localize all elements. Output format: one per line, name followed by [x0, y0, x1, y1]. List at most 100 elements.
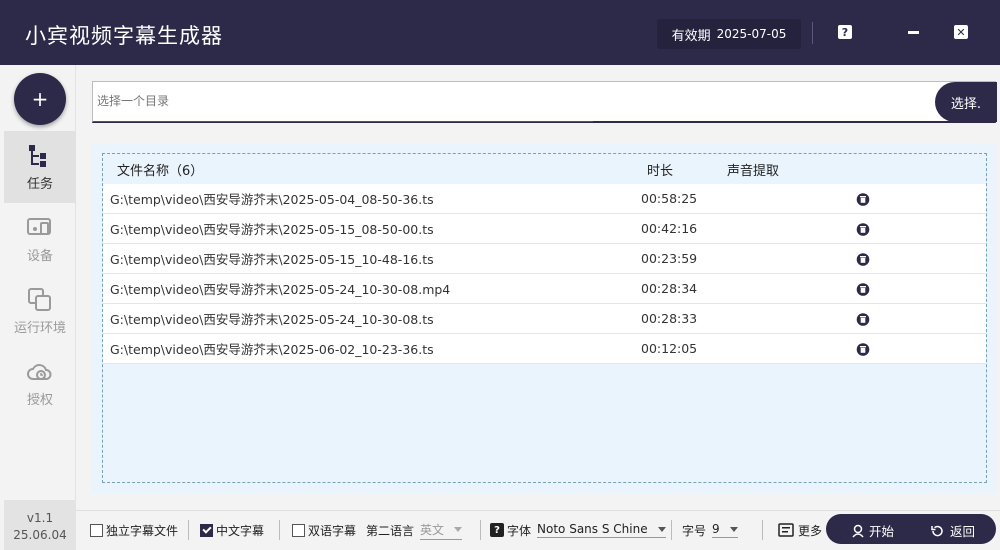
- file-duration: 00:58:25: [641, 191, 698, 206]
- sidebar-item-environment[interactable]: 运行环境: [4, 275, 76, 347]
- second-language-dropdown[interactable]: 英文: [420, 521, 463, 540]
- file-path: G:\temp\video\西安导游芥末\2025-05-15_08-50-00…: [110, 222, 434, 237]
- header-file-name: 文件名称（6）: [117, 163, 204, 179]
- table-row[interactable]: G:\temp\video\西安导游芥末\2025-05-24_10-30-08…: [103, 274, 986, 304]
- sidebar-item-license[interactable]: 授权: [4, 347, 76, 419]
- checkbox-label: 独立字幕文件: [106, 523, 179, 538]
- file-duration: 00:23:59: [641, 251, 698, 266]
- header-duration: 时长: [647, 163, 674, 179]
- toolbar-divider: [671, 520, 672, 540]
- checkbox-label: 双语字幕: [308, 523, 357, 538]
- second-language: 第二语言 英文: [366, 521, 463, 540]
- back-button[interactable]: 返回: [930, 521, 975, 540]
- table-row[interactable]: G:\temp\video\西安导游芥末\2025-05-15_10-48-16…: [103, 244, 986, 274]
- directory-row: 选择.: [92, 81, 997, 123]
- version-number: v1.1: [26, 511, 54, 525]
- font-size-value: 9: [712, 522, 720, 536]
- validity-badge: 有效期 2025-07-05: [657, 19, 801, 49]
- standalone-subtitle-checkbox[interactable]: 独立字幕文件: [90, 521, 178, 539]
- font-size-setting: 字号 9: [682, 521, 738, 539]
- file-list-header: 文件名称（6） 时长 声音提取: [103, 154, 986, 184]
- file-list: 文件名称（6） 时长 声音提取 G:\temp\video\西安导游芥末\202…: [102, 153, 987, 483]
- cloud-license-icon: [27, 363, 52, 380]
- trash-icon[interactable]: [856, 223, 870, 236]
- bottom-toolbar: 独立字幕文件 中文字幕 双语字幕 第二语言 英文 ? 字体 Noto Sans …: [76, 510, 1000, 550]
- sidebar-item-label: 运行环境: [13, 320, 66, 336]
- checkbox-box[interactable]: [90, 523, 103, 537]
- validity-date: 2025-07-05: [716, 27, 787, 41]
- trash-icon[interactable]: [856, 343, 870, 356]
- version-info: v1.1 25.06.04: [4, 500, 76, 550]
- sidebar-item-label: 设备: [26, 248, 53, 264]
- more-label: 更多: [798, 523, 823, 538]
- start-label: 开始: [869, 524, 895, 539]
- font-size-label: 字号: [682, 523, 707, 538]
- build-number: 25.06.04: [13, 528, 67, 542]
- environment-icon: [28, 287, 51, 311]
- device-icon: [27, 217, 51, 235]
- checkbox-box[interactable]: [200, 523, 213, 537]
- add-button[interactable]: +: [14, 73, 66, 125]
- close-button[interactable]: ✕: [954, 25, 968, 39]
- font-size-dropdown[interactable]: 9: [712, 522, 738, 538]
- file-duration: 00:28:33: [641, 311, 698, 326]
- file-duration: 00:12:05: [641, 341, 698, 356]
- file-duration: 00:42:16: [641, 221, 698, 236]
- file-duration: 00:28:34: [641, 281, 698, 296]
- sidebar-item-device[interactable]: 设备: [4, 203, 76, 275]
- trash-icon[interactable]: [856, 283, 870, 296]
- chevron-down-icon: [454, 526, 463, 532]
- font-setting: ? 字体 Noto Sans S Chine: [490, 521, 666, 539]
- bilingual-subtitle-checkbox[interactable]: 双语字幕: [292, 521, 356, 539]
- file-list-panel: 文件名称（6） 时长 声音提取 G:\temp\video\西安导游芥末\202…: [92, 143, 996, 493]
- more-settings-icon: [778, 523, 794, 537]
- help-button[interactable]: ?: [838, 25, 852, 39]
- file-path: G:\temp\video\西安导游芥末\2025-05-04_08-50-36…: [110, 192, 434, 207]
- title-bar: 小宾视频字幕生成器 有效期 2025-07-05 ? ✕: [0, 0, 1000, 65]
- select-directory-button[interactable]: 选择.: [935, 82, 997, 122]
- toolbar-divider: [188, 520, 189, 540]
- start-button[interactable]: 开始: [852, 521, 894, 540]
- action-pill: 开始 返回: [826, 514, 996, 544]
- minimize-button[interactable]: [905, 24, 921, 40]
- table-row[interactable]: G:\temp\video\西安导游芥末\2025-05-24_10-30-08…: [103, 304, 986, 334]
- trash-icon[interactable]: [856, 253, 870, 266]
- font-dropdown[interactable]: Noto Sans S Chine: [537, 522, 666, 538]
- chinese-subtitle-checkbox[interactable]: 中文字幕: [200, 521, 264, 539]
- sidebar-item-task[interactable]: 任务: [4, 131, 76, 203]
- trash-icon[interactable]: [856, 193, 870, 206]
- second-language-value: 英文: [420, 522, 445, 537]
- font-label: 字体: [507, 523, 532, 538]
- help-icon[interactable]: ?: [490, 523, 504, 537]
- file-path: G:\temp\video\西安导游芥末\2025-05-24_10-30-08…: [110, 282, 451, 297]
- sidebar-item-label: 任务: [26, 176, 53, 192]
- start-user-icon: [852, 524, 864, 538]
- header-audio: 声音提取: [727, 163, 780, 179]
- file-path: G:\temp\video\西安导游芥末\2025-05-15_10-48-16…: [110, 252, 434, 267]
- file-path: G:\temp\video\西安导游芥末\2025-05-24_10-30-08…: [110, 312, 434, 327]
- font-value: Noto Sans S Chine: [537, 522, 648, 536]
- app-title: 小宾视频字幕生成器: [25, 24, 223, 48]
- chevron-down-icon: [729, 526, 738, 532]
- toolbar-divider: [480, 520, 481, 540]
- toolbar-divider: [762, 520, 763, 540]
- chevron-down-icon: [657, 526, 666, 532]
- file-path: G:\temp\video\西安导游芥末\2025-06-02_10-23-36…: [110, 342, 434, 357]
- more-button[interactable]: 更多: [778, 521, 822, 539]
- validity-label: 有效期: [671, 28, 711, 44]
- sidebar-item-label: 授权: [26, 392, 53, 408]
- sidebar: + 任务 设备 运行环境 授权 v1.1 25.06.04: [0, 65, 76, 550]
- table-row[interactable]: G:\temp\video\西安导游芥末\2025-06-02_10-23-36…: [103, 334, 986, 364]
- second-language-label: 第二语言: [366, 523, 415, 538]
- checkbox-label: 中文字幕: [216, 523, 265, 538]
- back-label: 返回: [950, 524, 976, 539]
- table-row[interactable]: G:\temp\video\西安导游芥末\2025-05-04_08-50-36…: [103, 184, 986, 214]
- task-tree-icon: [29, 144, 46, 167]
- directory-input[interactable]: [97, 90, 927, 112]
- titlebar-divider: [812, 22, 813, 44]
- table-row[interactable]: G:\temp\video\西安导游芥末\2025-05-15_08-50-00…: [103, 214, 986, 244]
- checkbox-box[interactable]: [292, 523, 305, 537]
- back-arrow-icon: [931, 525, 943, 536]
- toolbar-divider: [279, 520, 280, 540]
- trash-icon[interactable]: [856, 313, 870, 326]
